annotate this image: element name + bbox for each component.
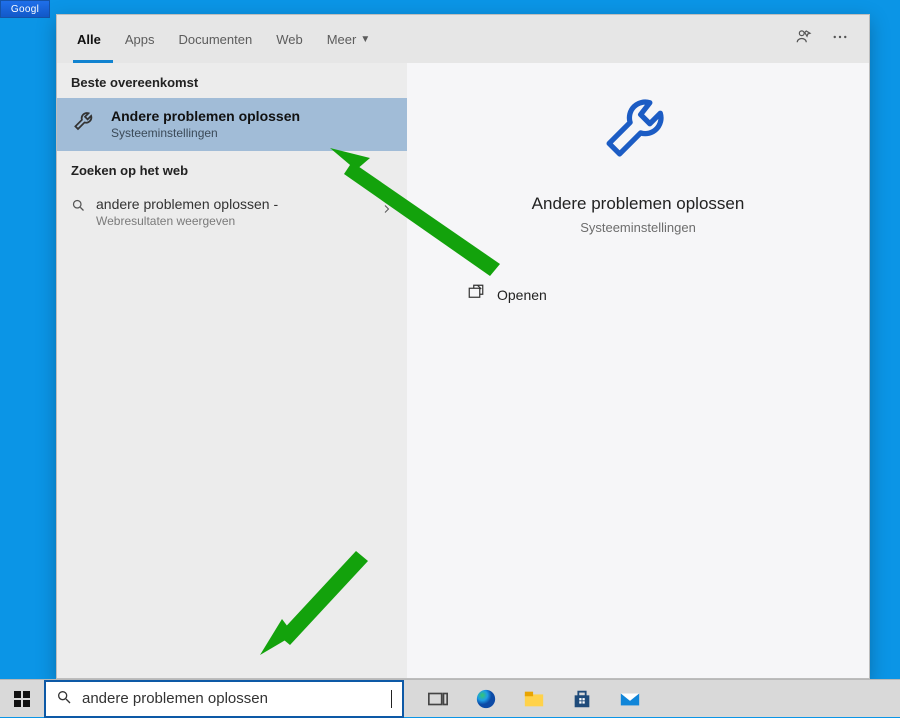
best-match-subtitle: Systeeminstellingen — [111, 126, 300, 140]
mail-icon[interactable] — [618, 687, 642, 711]
best-match-title: Andere problemen oplossen — [111, 108, 300, 124]
preview-content: Andere problemen oplossen Systeeminstell… — [427, 87, 849, 306]
web-result-subtitle: Webresultaten weergeven — [96, 214, 278, 228]
start-search-panel: Alle Apps Documenten Web Meer▼ Beste ove… — [56, 14, 870, 679]
start-button[interactable] — [0, 680, 44, 718]
tabs-right-actions — [795, 28, 861, 51]
text-caret — [391, 690, 392, 708]
tab-all[interactable]: Alle — [65, 15, 113, 63]
search-filter-tabs: Alle Apps Documenten Web Meer▼ — [57, 15, 869, 63]
taskbar — [0, 679, 900, 717]
best-match-heading: Beste overeenkomst — [57, 63, 407, 98]
feedback-icon[interactable] — [795, 28, 813, 51]
tab-more[interactable]: Meer▼ — [315, 15, 383, 63]
tab-apps[interactable]: Apps — [113, 15, 167, 63]
web-search-result[interactable]: andere problemen oplossen - Webresultate… — [57, 186, 407, 238]
preview-title: Andere problemen oplossen — [532, 194, 745, 214]
active-tab-underline — [73, 60, 113, 63]
task-view-icon[interactable] — [426, 687, 450, 711]
wrench-icon — [71, 108, 99, 141]
wrench-icon-large — [596, 87, 680, 176]
results-left-column: Beste overeenkomst Andere problemen oplo… — [57, 63, 407, 678]
chevron-right-icon — [381, 202, 393, 218]
search-input[interactable] — [82, 690, 381, 707]
search-icon — [56, 689, 72, 709]
open-action[interactable]: Openen — [467, 283, 547, 306]
web-search-heading: Zoeken op het web — [57, 151, 407, 186]
desktop-tile-chrome-label: Googl — [0, 0, 50, 18]
best-match-result[interactable]: Andere problemen oplossen Systeeminstell… — [57, 98, 407, 151]
taskbar-search-box[interactable] — [44, 680, 404, 718]
taskbar-pinned-apps — [426, 687, 642, 711]
search-icon — [71, 198, 86, 216]
ellipsis-icon[interactable] — [831, 28, 849, 51]
result-preview-pane: Andere problemen oplossen Systeeminstell… — [407, 63, 869, 678]
tab-documents[interactable]: Documenten — [166, 15, 264, 63]
open-label: Openen — [497, 287, 547, 303]
edge-icon[interactable] — [474, 687, 498, 711]
web-result-title: andere problemen oplossen - — [96, 196, 278, 212]
preview-subtitle: Systeeminstellingen — [580, 220, 696, 235]
results-body: Beste overeenkomst Andere problemen oplo… — [57, 63, 869, 678]
tab-web[interactable]: Web — [264, 15, 315, 63]
open-icon — [467, 283, 485, 306]
store-icon[interactable] — [570, 687, 594, 711]
chevron-down-icon: ▼ — [360, 34, 370, 45]
file-explorer-icon[interactable] — [522, 687, 546, 711]
